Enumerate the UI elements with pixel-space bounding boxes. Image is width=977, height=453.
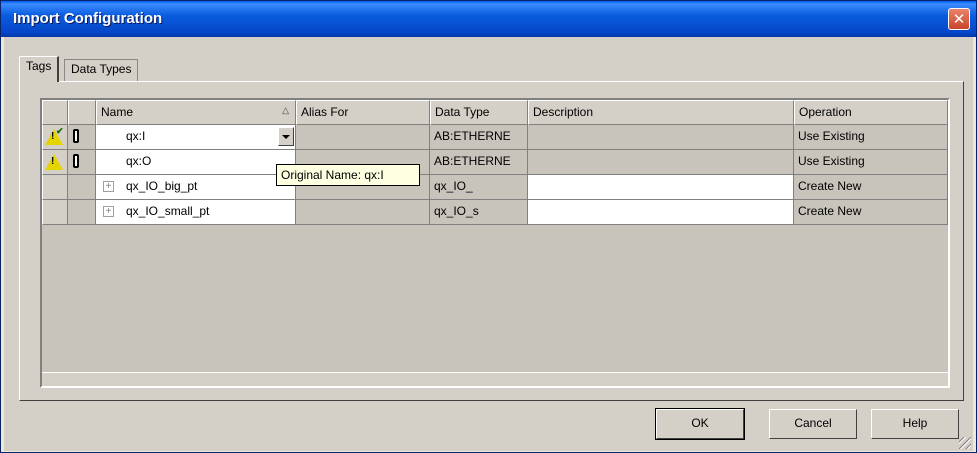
table-row[interactable]: + qx_IO_big_pt qx_IO_ Create New xyxy=(42,175,948,200)
help-button[interactable]: Help xyxy=(871,409,959,439)
header-icon-cell xyxy=(68,100,96,125)
dialog-body: Tags Data Types Name △ Alias For Data Ty… xyxy=(4,37,973,451)
column-header-operation[interactable]: Operation xyxy=(794,100,948,125)
row-status-cell xyxy=(42,175,68,200)
tag-icon xyxy=(73,129,79,143)
name-value: qx_IO_small_pt xyxy=(126,204,210,218)
check-icon: ✔ xyxy=(56,126,64,136)
name-cell[interactable]: + qx_IO_small_pt xyxy=(96,200,296,225)
grid-header-row: Name △ Alias For Data Type Description O… xyxy=(42,100,948,125)
tab-data-types[interactable]: Data Types xyxy=(64,59,139,81)
data-type-cell: qx_IO_ xyxy=(430,175,528,200)
row-type-cell xyxy=(68,200,96,225)
operation-cell[interactable]: Use Existing xyxy=(794,150,948,175)
name-cell[interactable]: + qx_IO_big_pt xyxy=(96,175,296,200)
row-type-cell xyxy=(68,175,96,200)
name-dropdown-button[interactable] xyxy=(278,127,294,146)
operation-cell[interactable]: Create New xyxy=(794,175,948,200)
ok-button[interactable]: OK xyxy=(655,408,745,440)
warning-icon xyxy=(45,154,63,170)
row-type-cell xyxy=(68,150,96,175)
column-header-label: Name xyxy=(101,105,134,119)
table-row[interactable]: + qx_IO_small_pt qx_IO_s Create New xyxy=(42,200,948,225)
horizontal-scrollbar[interactable] xyxy=(42,372,948,386)
original-name-tooltip: Original Name: qx:I xyxy=(276,164,420,186)
alias-for-cell[interactable] xyxy=(296,200,430,225)
description-cell[interactable] xyxy=(528,125,794,150)
operation-cell[interactable]: Use Existing xyxy=(794,125,948,150)
cancel-button[interactable]: Cancel xyxy=(769,409,857,439)
name-value: qx:I xyxy=(126,129,146,143)
name-cell[interactable]: qx:I xyxy=(96,125,296,150)
sort-ascending-icon: △ xyxy=(282,105,289,115)
column-header-name[interactable]: Name △ xyxy=(96,100,296,125)
description-cell[interactable] xyxy=(528,200,794,225)
column-header-description[interactable]: Description xyxy=(528,100,794,125)
expand-icon[interactable]: + xyxy=(103,206,114,217)
tab-tags[interactable]: Tags xyxy=(19,56,60,82)
data-type-cell: qx_IO_s xyxy=(430,200,528,225)
header-status-cell xyxy=(42,100,68,125)
table-row[interactable]: ✔ qx:I AB:ETHERNE Use Existing xyxy=(42,125,948,150)
resize-grip-icon[interactable] xyxy=(959,437,971,449)
window-title: Import Configuration xyxy=(13,10,163,27)
tag-icon xyxy=(73,154,79,168)
alias-for-cell[interactable] xyxy=(296,125,430,150)
column-header-alias-for[interactable]: Alias For xyxy=(296,100,430,125)
name-value: qx_IO_big_pt xyxy=(126,179,198,193)
operation-cell[interactable]: Create New xyxy=(794,200,948,225)
table-row[interactable]: qx:O AB:ETHERNE Use Existing xyxy=(42,150,948,175)
title-bar[interactable]: Import Configuration ✕ xyxy=(1,1,976,37)
description-cell[interactable] xyxy=(528,150,794,175)
import-configuration-dialog: Import Configuration ✕ Tags Data Types N… xyxy=(0,0,977,453)
close-button[interactable]: ✕ xyxy=(948,8,970,30)
row-status-cell xyxy=(42,200,68,225)
tags-tab-panel: Name △ Alias For Data Type Description O… xyxy=(19,81,964,401)
description-cell[interactable] xyxy=(528,175,794,200)
row-type-cell xyxy=(68,125,96,150)
name-cell[interactable]: qx:O xyxy=(96,150,296,175)
column-header-data-type[interactable]: Data Type xyxy=(430,100,528,125)
data-type-cell: AB:ETHERNE xyxy=(430,125,528,150)
row-status-cell xyxy=(42,150,68,175)
tags-grid: Name △ Alias For Data Type Description O… xyxy=(40,98,950,388)
row-status-cell: ✔ xyxy=(42,125,68,150)
expand-icon[interactable]: + xyxy=(103,181,114,192)
data-type-cell: AB:ETHERNE xyxy=(430,150,528,175)
close-icon: ✕ xyxy=(952,10,966,28)
